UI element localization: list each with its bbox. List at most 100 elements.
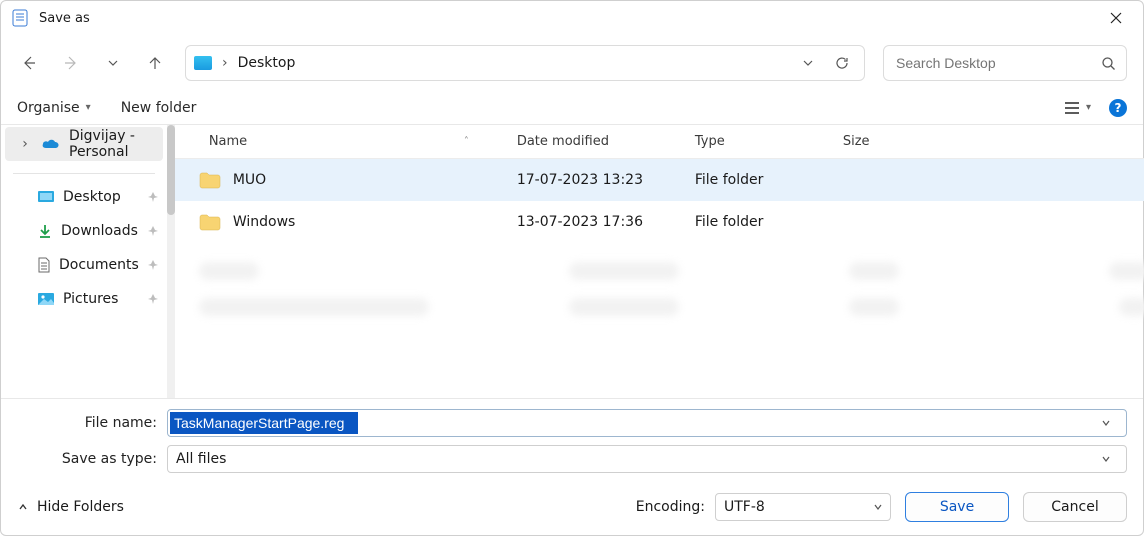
- document-icon: [37, 257, 51, 273]
- caret-down-icon: ▾: [86, 102, 91, 113]
- search-box[interactable]: [883, 45, 1127, 81]
- help-button[interactable]: ?: [1109, 99, 1127, 117]
- form-area: File name: Save as type: All files: [1, 398, 1143, 479]
- hide-folders-button[interactable]: Hide Folders: [17, 499, 124, 515]
- sidebar-account-label: Digvijay - Personal: [69, 128, 155, 160]
- pin-icon: [147, 293, 159, 305]
- sidebar-divider: [13, 173, 155, 174]
- pin-icon: [147, 191, 159, 203]
- file-name: MUO: [233, 172, 266, 188]
- folder-icon: [199, 171, 221, 189]
- pictures-icon: [37, 292, 55, 306]
- column-header-size[interactable]: Size: [831, 134, 919, 149]
- save-as-type-value: All files: [170, 451, 232, 467]
- sidebar-item-label: Documents: [59, 257, 139, 273]
- chevron-down-icon: [872, 501, 884, 513]
- save-as-type-combo[interactable]: All files: [167, 445, 1127, 473]
- dialog-save-as: Save as: [0, 0, 1144, 536]
- arrow-right-icon: [62, 54, 80, 72]
- navbar: › Desktop: [1, 35, 1143, 91]
- file-name-input[interactable]: [170, 412, 358, 434]
- redacted-rows: [175, 243, 1144, 325]
- nav-forward-button[interactable]: [59, 51, 83, 75]
- pin-icon: [147, 259, 159, 271]
- chevron-right-icon[interactable]: ›: [17, 136, 33, 152]
- sidebar: › Digvijay - Personal Desktop: [1, 125, 167, 398]
- nav-up-button[interactable]: [143, 51, 167, 75]
- sidebar-item-documents[interactable]: Documents: [1, 248, 167, 282]
- encoding-label: Encoding:: [636, 499, 705, 515]
- view-menu[interactable]: ▾: [1064, 101, 1091, 115]
- sort-asc-icon: ˄: [464, 136, 469, 147]
- nav-recent-button[interactable]: [101, 51, 125, 75]
- caret-down-icon: ▾: [1086, 102, 1091, 113]
- file-row[interactable]: MUO 17-07-2023 13:23 File folder: [175, 159, 1144, 201]
- search-icon: [1101, 56, 1116, 71]
- sidebar-item-desktop[interactable]: Desktop: [1, 180, 167, 214]
- file-date: 17-07-2023 13:23: [505, 172, 683, 188]
- pin-icon: [147, 225, 159, 237]
- onedrive-icon: [41, 137, 61, 151]
- encoding-group: Encoding: UTF-8: [636, 493, 891, 521]
- file-list: Name ˄ Date modified Type Size MUO 17-07…: [175, 125, 1144, 398]
- column-header-name[interactable]: Name ˄: [175, 134, 505, 149]
- desktop-icon: [37, 189, 55, 205]
- column-header-type[interactable]: Type: [683, 134, 831, 149]
- close-button[interactable]: [1093, 1, 1139, 35]
- hide-folders-label: Hide Folders: [37, 499, 124, 515]
- sidebar-item-label: Pictures: [63, 291, 139, 307]
- file-name-combo[interactable]: [167, 409, 1127, 437]
- list-view-icon: [1064, 101, 1080, 115]
- sidebar-scrollbar[interactable]: [167, 125, 175, 398]
- bottom-bar: Hide Folders Encoding: UTF-8 Save Cancel: [1, 479, 1143, 535]
- file-type: File folder: [683, 172, 831, 188]
- address-history-button[interactable]: [794, 49, 822, 77]
- encoding-select[interactable]: UTF-8: [715, 493, 891, 521]
- sidebar-item-label: Desktop: [63, 189, 139, 205]
- folder-icon: [199, 213, 221, 231]
- body: › Digvijay - Personal Desktop: [1, 125, 1143, 398]
- cancel-button[interactable]: Cancel: [1023, 492, 1127, 522]
- toolbar: Organise ▾ New folder ▾ ?: [1, 91, 1143, 125]
- breadcrumb-location[interactable]: Desktop: [238, 55, 296, 71]
- organise-label: Organise: [17, 100, 80, 116]
- chevron-down-icon[interactable]: [1100, 417, 1122, 429]
- new-folder-label: New folder: [121, 100, 197, 116]
- sidebar-item-downloads[interactable]: Downloads: [1, 214, 167, 248]
- window-title: Save as: [39, 11, 90, 26]
- file-row[interactable]: Windows 13-07-2023 17:36 File folder: [175, 201, 1144, 243]
- desktop-icon: [194, 56, 212, 70]
- chevron-down-icon: [801, 56, 815, 70]
- titlebar: Save as: [1, 1, 1143, 35]
- file-name-label: File name:: [17, 415, 157, 431]
- organise-menu[interactable]: Organise ▾: [17, 100, 91, 116]
- refresh-icon: [834, 55, 850, 71]
- column-header-label: Name: [209, 134, 247, 149]
- app-icon: [11, 9, 29, 27]
- save-button[interactable]: Save: [905, 492, 1009, 522]
- scrollbar-thumb[interactable]: [167, 125, 175, 215]
- breadcrumb-separator: ›: [218, 55, 232, 71]
- address-bar[interactable]: › Desktop: [185, 45, 865, 81]
- refresh-button[interactable]: [828, 49, 856, 77]
- arrow-up-icon: [146, 54, 164, 72]
- column-header-date[interactable]: Date modified: [505, 134, 683, 149]
- chevron-down-icon: [106, 56, 120, 70]
- download-icon: [37, 223, 53, 239]
- save-as-type-label: Save as type:: [17, 451, 157, 467]
- sidebar-item-label: Downloads: [61, 223, 139, 239]
- close-icon: [1110, 12, 1122, 24]
- nav-back-button[interactable]: [17, 51, 41, 75]
- arrow-left-icon: [20, 54, 38, 72]
- file-type: File folder: [683, 214, 831, 230]
- encoding-value: UTF-8: [724, 499, 765, 515]
- chevron-down-icon[interactable]: [1100, 453, 1122, 465]
- sidebar-item-pictures[interactable]: Pictures: [1, 282, 167, 316]
- file-date: 13-07-2023 17:36: [505, 214, 683, 230]
- sidebar-item-account[interactable]: › Digvijay - Personal: [5, 127, 163, 161]
- file-name: Windows: [233, 214, 296, 230]
- column-headers: Name ˄ Date modified Type Size: [175, 125, 1144, 159]
- search-input[interactable]: [894, 54, 1101, 72]
- chevron-up-icon: [17, 501, 29, 513]
- new-folder-button[interactable]: New folder: [121, 100, 197, 116]
